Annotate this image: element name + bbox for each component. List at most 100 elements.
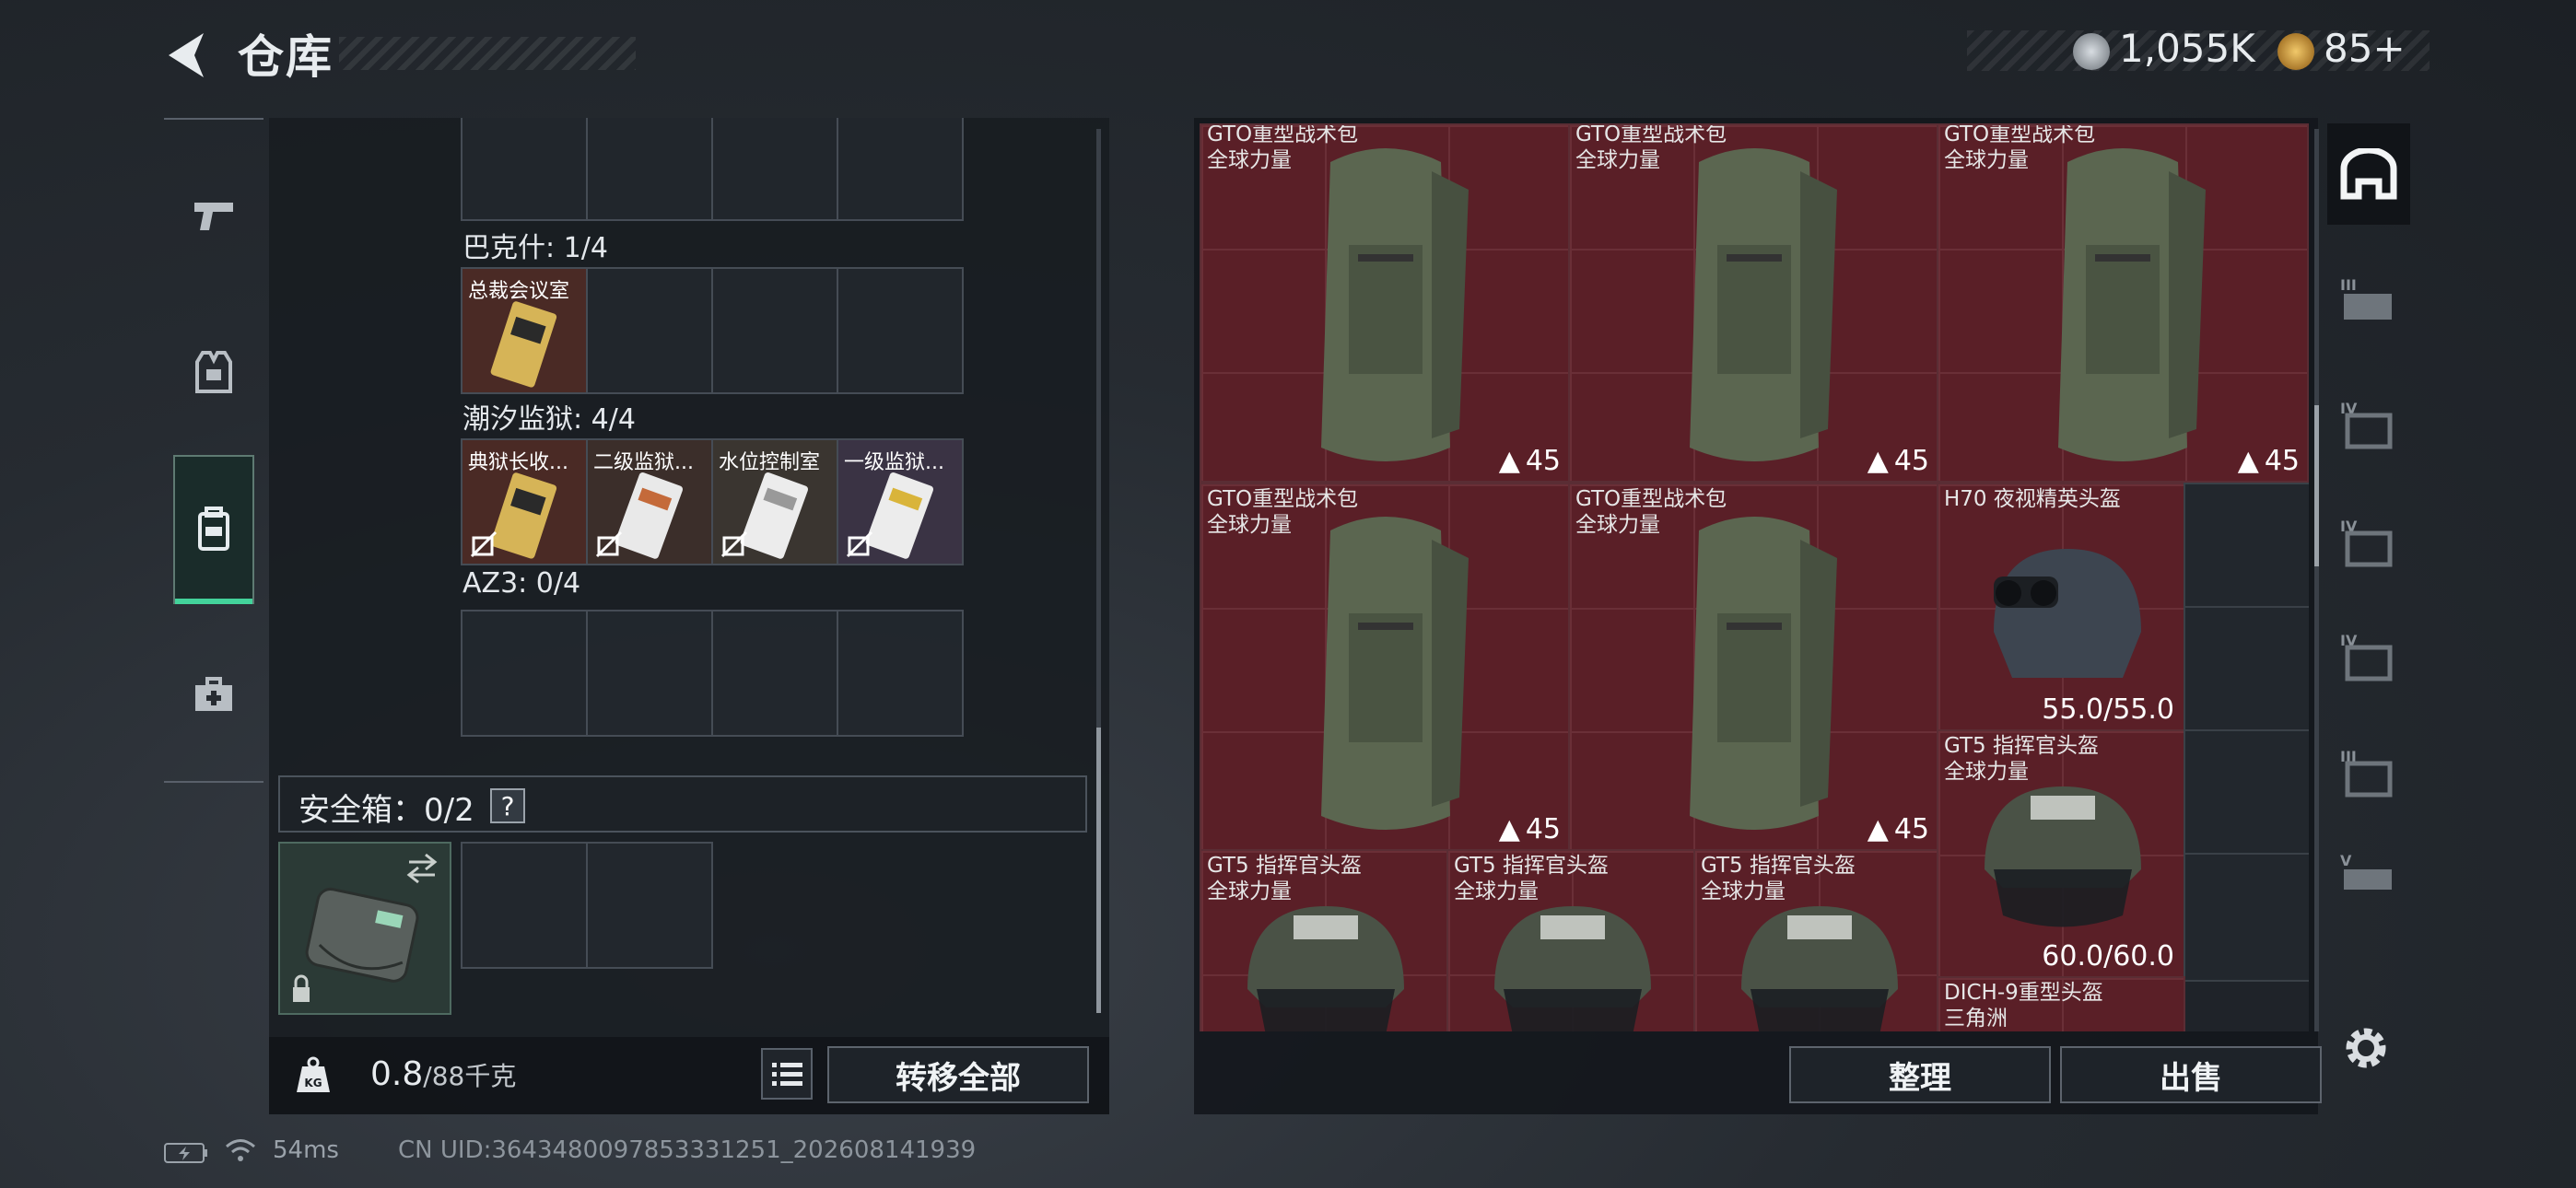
key-card-slot[interactable]: 典狱长收... [461,438,588,565]
item-name: DICH-9重型头盔 三角洲 [1944,981,2103,1031]
tab-medical[interactable] [164,639,263,750]
safebox-grid [461,842,713,969]
item-name: GT5 指挥官头盔 全球力量 [1944,734,2099,784]
sell-button[interactable]: 出售 [2060,1046,2322,1103]
empty-slot[interactable] [586,267,713,394]
tab-equipment[interactable] [164,317,263,427]
stash-item-helmet[interactable]: GT5 指挥官头盔 全球力量 [1693,849,1938,1031]
empty-slot[interactable] [837,610,964,737]
settings-gear-icon[interactable] [2340,1022,2392,1074]
no-transfer-icon [720,530,748,558]
empty-slot[interactable] [711,118,838,221]
safebox-slot[interactable] [278,842,451,1015]
stash-item-helmet[interactable]: H70 夜视精英头盔 55.0/55.0 [1937,483,2185,731]
empty-slot[interactable] [837,267,964,394]
sort-button[interactable]: 整理 [1789,1046,2051,1103]
coin-icon [2073,33,2110,70]
backpack-image [1321,148,1469,461]
capacity-icon: ▲ [2237,445,2259,477]
key-card-slot[interactable]: 二级监狱... [586,438,713,565]
medkit-icon [195,677,232,711]
key-card-slot[interactable]: 水位控制室 [711,438,838,565]
coin-amount: 1,055K [2119,26,2255,71]
empty-slot[interactable] [837,118,964,221]
filter-tier4-armor[interactable]: IV [2327,374,2410,475]
empty-slot[interactable] [461,118,588,221]
helmet-image [1247,906,1404,1031]
page-title: 仓库 [238,30,334,84]
no-transfer-icon [846,530,873,558]
stash-item-backpack[interactable]: GTO重型战术包 全球力量 ▲ 45 [1200,123,1570,483]
stash-item-backpack[interactable]: GTO重型战术包 全球力量 ▲ 45 [1568,483,1938,851]
stash-scrollbar[interactable] [2314,129,2319,1031]
weight-readout: 0.8/88千克 [370,1055,516,1093]
empty-slot[interactable] [461,610,588,737]
loadout-scroll-thumb[interactable] [1096,728,1101,1013]
safebox-label: 安全箱：0/2 [299,792,474,829]
battery-icon [164,1143,207,1163]
svg-text:KG: KG [304,1077,322,1089]
filter-tier4-armor[interactable]: IV [2327,606,2410,707]
empty-slot[interactable] [2184,483,2309,611]
lock-icon [293,987,310,1002]
empty-slot[interactable] [711,610,838,737]
item-name: GTO重型战术包 全球力量 [1575,487,1727,537]
back-button[interactable] [161,28,217,83]
durability-label: 60.0/60.0 [2042,940,2174,973]
capacity-label: ▲ 45 [2237,445,2300,477]
stash-scroll-thumb[interactable] [2314,405,2319,566]
stash-item-backpack[interactable]: GTO重型战术包 全球力量 ▲ 45 [1937,123,2309,483]
filter-tier4-armor[interactable]: IV [2327,492,2410,593]
capacity-icon: ▲ [1867,813,1889,845]
filter-all[interactable] [2327,123,2410,225]
empty-slot[interactable] [2184,606,2309,735]
prison-key-label: 潮汐监狱: 4/4 [463,403,636,436]
tier3-rig-icon: III [2340,276,2392,320]
all-items-icon [2340,148,2397,200]
pistol-icon [194,203,233,230]
empty-slot[interactable] [2184,729,2309,858]
keychain-grid-top [461,118,964,221]
empty-slot[interactable] [461,842,588,969]
filter-tier5-rig[interactable]: V [2327,838,2410,912]
tab-backpack[interactable] [173,455,254,604]
help-button[interactable]: ? [490,788,525,823]
title-decoration [339,37,636,70]
stash-item-backpack[interactable]: GTO重型战术包 全球力量 ▲ 45 [1568,123,1938,483]
transfer-all-button[interactable]: 转移全部 [827,1046,1089,1103]
stash-item-backpack[interactable]: GTO重型战术包 全球力量 ▲ 45 [1200,483,1570,851]
bakeshi-key-grid: 总裁会议室 [461,267,964,394]
empty-slot[interactable] [586,118,713,221]
empty-slot[interactable] [711,267,838,394]
capacity-label: ▲ 45 [1867,813,1929,845]
item-name: GT5 指挥官头盔 全球力量 [1701,854,1856,903]
capacity-label: ▲ 45 [1867,445,1929,477]
empty-slot[interactable] [2184,853,2309,982]
backpack-image [1690,517,1837,830]
empty-slot[interactable] [586,610,713,737]
list-icon [772,1063,802,1086]
filter-tier3-rig[interactable]: III [2327,249,2410,350]
stash-item-helmet[interactable]: DICH-9重型头盔 三角洲 [1937,976,2185,1031]
stash-item-helmet[interactable]: GT5 指挥官头盔 全球力量 60.0/60.0 [1937,729,2185,978]
stash-item-helmet[interactable]: GT5 指挥官头盔 全球力量 [1200,849,1448,1031]
tier4-armor-icon: IV [2340,518,2393,567]
premium-coin-icon[interactable] [2277,33,2314,70]
key-name: 水位控制室 [719,451,821,474]
item-name: GTO重型战术包 全球力量 [1944,123,2096,172]
premium-amount[interactable]: 85+ [2324,26,2406,71]
list-view-button[interactable] [761,1048,813,1100]
filter-tier3-armor[interactable]: III [2327,722,2410,823]
item-name: GT5 指挥官头盔 全球力量 [1207,854,1362,903]
helmet-image [1494,906,1651,1031]
wifi-icon [226,1139,255,1161]
key-card-slot[interactable]: 总裁会议室 [461,267,588,394]
tab-weapons[interactable] [164,160,263,271]
stash-filter-column: III IV IV IV III V [2327,123,2410,1026]
ping-label: 54ms [273,1136,339,1164]
bakeshi-key-label: 巴克什: 1/4 [463,232,608,264]
stash-item-helmet[interactable]: GT5 指挥官头盔 全球力量 [1446,849,1695,1031]
capacity-icon: ▲ [1867,445,1889,477]
empty-slot[interactable] [586,842,713,969]
key-card-slot[interactable]: 一级监狱... [837,438,964,565]
